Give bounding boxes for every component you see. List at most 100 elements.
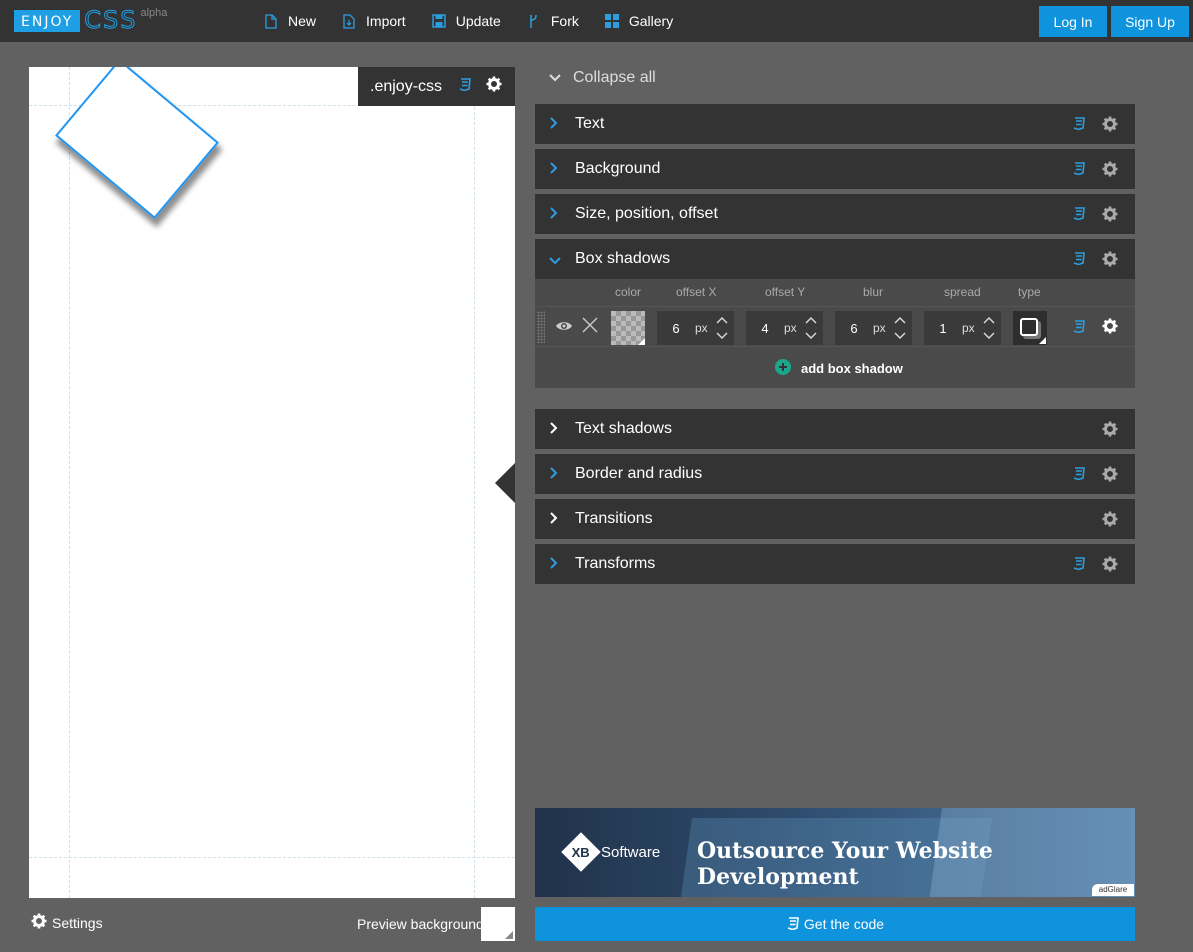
panel-border-radius[interactable]: Border and radius: [535, 454, 1135, 494]
logo-alpha-badge: alpha: [140, 7, 168, 19]
selector-name[interactable]: .enjoy-css: [370, 78, 442, 96]
blur-unit: px: [873, 321, 886, 335]
gear-icon[interactable]: [486, 76, 502, 97]
css3-icon[interactable]: [1072, 556, 1086, 575]
get-code-button[interactable]: Get the code: [535, 907, 1135, 941]
panel-background[interactable]: Background: [535, 149, 1135, 189]
nav-import[interactable]: Import: [342, 13, 406, 29]
chevron-right-icon: [549, 556, 559, 575]
panel-pointer: [495, 463, 515, 503]
panel-background-title: Background: [575, 160, 661, 177]
offset-y-field: px: [746, 311, 823, 345]
gear-icon[interactable]: [1102, 318, 1118, 339]
offset-y-stepper[interactable]: [804, 313, 818, 343]
css3-icon[interactable]: [1072, 251, 1086, 270]
nav-new-label: New: [288, 13, 317, 29]
ad-headline: Outsource Your Website Development: [697, 838, 993, 890]
column-header-offset-x: offset X: [676, 285, 717, 299]
drag-handle[interactable]: [537, 311, 545, 343]
add-box-shadow-label: add box shadow: [801, 361, 903, 376]
settings-label: Settings: [52, 914, 103, 931]
nav-new[interactable]: New: [264, 13, 316, 29]
panel-transitions-title: Transitions: [575, 510, 653, 527]
guide-line-bottom: [29, 857, 515, 858]
blur-input[interactable]: [835, 311, 873, 345]
nav-fork[interactable]: Fork: [527, 13, 579, 29]
nav-update-label: Update: [455, 13, 501, 29]
panel-box-shadows[interactable]: Box shadows: [535, 239, 1135, 279]
gear-icon[interactable]: [1102, 161, 1118, 182]
ad-brand-name: Software: [601, 843, 661, 861]
ad-banner[interactable]: XB Software Outsource Your Website Devel…: [535, 808, 1135, 897]
blur-field: px: [835, 311, 912, 345]
app-logo[interactable]: ENJOY CSS alpha: [14, 6, 168, 34]
spread-stepper[interactable]: [982, 313, 996, 343]
chevron-right-icon: [549, 206, 559, 225]
css3-icon[interactable]: [1072, 319, 1086, 338]
panel-text-title: Text: [575, 115, 605, 132]
box-shadow-row: px px px px: [535, 306, 1135, 347]
offset-y-input[interactable]: [746, 311, 784, 345]
nav-gallery-label: Gallery: [628, 13, 674, 29]
ad-brand-logo: XB Software: [561, 832, 661, 872]
shadow-type-select[interactable]: [1013, 311, 1047, 345]
offset-x-unit: px: [695, 321, 708, 335]
column-header-color: color: [615, 285, 642, 299]
nav-update[interactable]: Update: [431, 13, 501, 29]
grid-icon: [604, 13, 619, 29]
nav-gallery[interactable]: Gallery: [604, 13, 674, 29]
chevron-right-icon: [549, 421, 559, 440]
css3-icon[interactable]: [1072, 466, 1086, 485]
panel-text-shadows[interactable]: Text shadows: [535, 409, 1135, 449]
css3-icon[interactable]: [1072, 116, 1086, 135]
gear-icon[interactable]: [1102, 421, 1118, 442]
guide-line-right: [474, 67, 475, 898]
ad-network-badge[interactable]: adGlare: [1092, 884, 1134, 896]
spread-field: px: [924, 311, 1001, 345]
gear-icon[interactable]: [1102, 206, 1118, 227]
collapse-all-button[interactable]: Collapse all: [549, 69, 656, 87]
gear-icon[interactable]: [1102, 556, 1118, 577]
eye-icon[interactable]: [555, 319, 573, 337]
css3-icon[interactable]: [1072, 206, 1086, 225]
offset-x-input[interactable]: [657, 311, 695, 345]
chevron-down-icon: [549, 253, 561, 271]
css3-icon: [786, 916, 800, 933]
top-bar: ENJOY CSS alpha New Import Update Fork G…: [0, 0, 1193, 42]
main-nav: New Import Update Fork Gallery: [264, 0, 699, 42]
preview-background-swatch[interactable]: [481, 907, 515, 941]
shadow-color-swatch[interactable]: [611, 311, 645, 345]
chevron-right-icon: [549, 161, 559, 180]
preview-canvas[interactable]: .enjoy-css: [29, 67, 515, 898]
signup-button[interactable]: Sign Up: [1111, 6, 1189, 37]
preview-element[interactable]: [55, 67, 219, 220]
chevron-right-icon: [549, 466, 559, 485]
close-icon[interactable]: [582, 317, 598, 338]
gear-icon[interactable]: [1102, 251, 1118, 272]
gear-icon[interactable]: [1102, 116, 1118, 137]
spread-input[interactable]: [924, 311, 962, 345]
css3-icon[interactable]: [1072, 161, 1086, 180]
gear-icon[interactable]: [1102, 511, 1118, 532]
offset-x-stepper[interactable]: [715, 313, 729, 343]
nav-import-label: Import: [366, 13, 406, 29]
spread-unit: px: [962, 321, 975, 335]
file-icon: [264, 13, 278, 29]
preview-background-label: Preview background: [357, 916, 484, 932]
preview-selector-tag: .enjoy-css: [358, 67, 515, 106]
css3-icon[interactable]: [458, 77, 472, 96]
blur-stepper[interactable]: [893, 313, 907, 343]
get-code-label: Get the code: [803, 916, 885, 932]
gear-icon[interactable]: [1102, 466, 1118, 487]
panel-text[interactable]: Text: [535, 104, 1135, 144]
panel-transforms[interactable]: Transforms: [535, 544, 1135, 584]
box-shadow-editor: color offset X offset Y blur spread type…: [535, 279, 1135, 388]
settings-button[interactable]: Settings: [31, 913, 103, 932]
add-box-shadow-button[interactable]: add box shadow: [775, 359, 903, 378]
panel-transitions[interactable]: Transitions: [535, 499, 1135, 539]
logo-css: CSS: [84, 6, 138, 34]
panel-size-position[interactable]: Size, position, offset: [535, 194, 1135, 234]
column-header-spread: spread: [944, 285, 981, 299]
login-button[interactable]: Log In: [1039, 6, 1107, 37]
guide-line-left: [69, 67, 70, 898]
